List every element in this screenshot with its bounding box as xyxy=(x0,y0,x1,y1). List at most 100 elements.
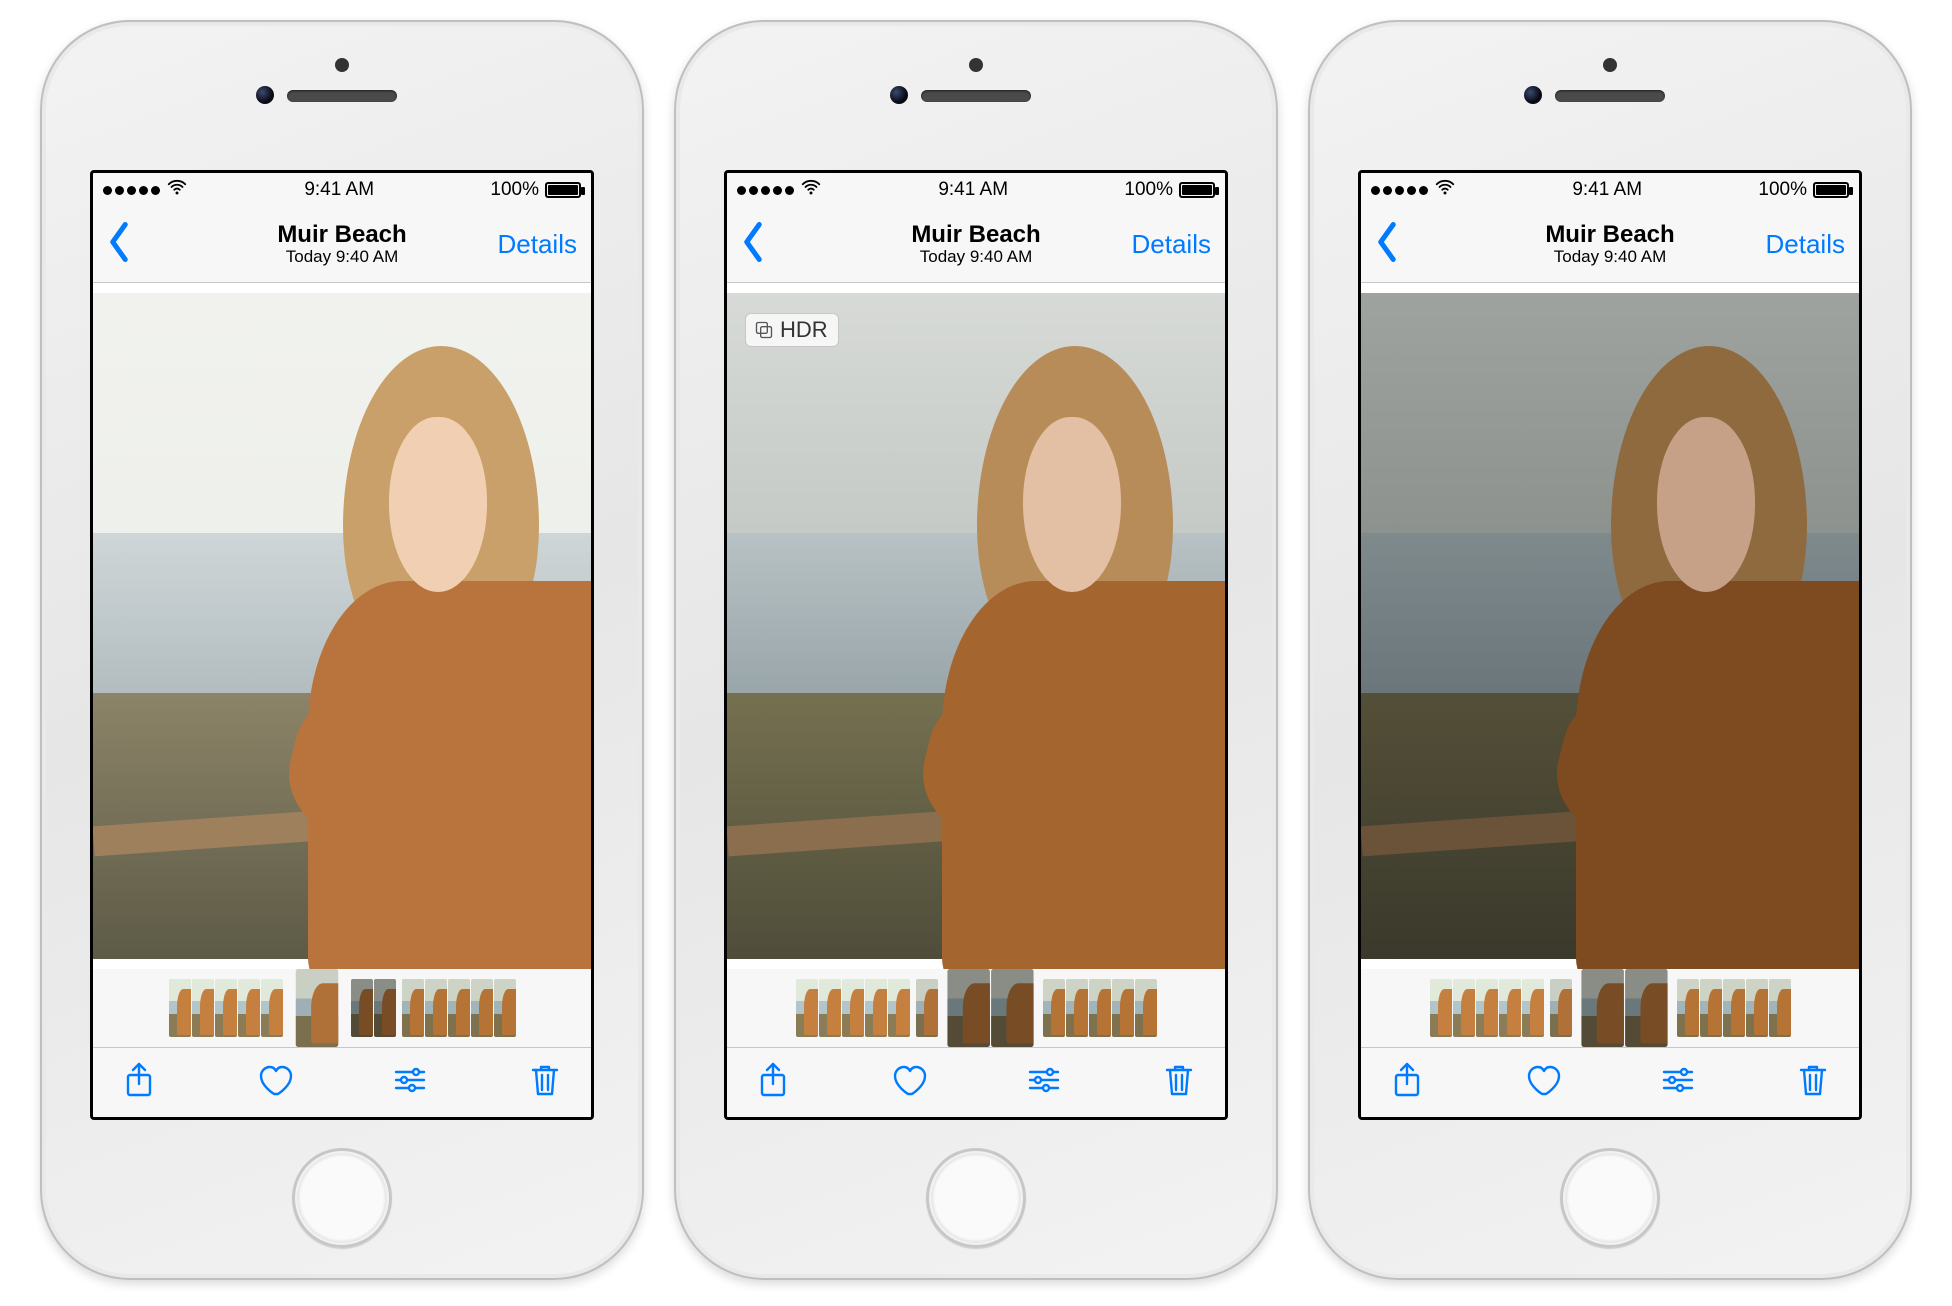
thumbnail[interactable] xyxy=(494,979,516,1037)
details-button[interactable]: Details xyxy=(498,229,577,260)
front-camera xyxy=(1524,86,1542,104)
delete-button[interactable] xyxy=(525,1060,565,1105)
thumbnail-group xyxy=(947,969,1033,1047)
back-button[interactable] xyxy=(741,222,765,267)
thumbnail[interactable] xyxy=(888,979,910,1037)
cellular-signal-icon xyxy=(103,186,160,195)
thumbnail[interactable] xyxy=(796,979,818,1037)
favorite-button[interactable] xyxy=(1522,1060,1562,1105)
nav-bar: Muir Beach Today 9:40 AM Details xyxy=(727,207,1225,283)
status-time: 9:41 AM xyxy=(304,179,374,201)
photo-viewer[interactable] xyxy=(93,283,591,969)
details-button[interactable]: Details xyxy=(1766,229,1845,260)
thumbnail[interactable] xyxy=(1581,969,1623,1047)
thumbnail[interactable] xyxy=(1677,979,1699,1037)
home-button[interactable] xyxy=(292,1148,392,1248)
favorite-button[interactable] xyxy=(254,1060,294,1105)
thumbnail[interactable] xyxy=(1453,979,1475,1037)
thumbnail[interactable] xyxy=(425,979,447,1037)
thumbnail-strip[interactable] xyxy=(93,969,591,1047)
thumbnail[interactable] xyxy=(842,979,864,1037)
thumbnail[interactable] xyxy=(1522,979,1544,1037)
thumbnail[interactable] xyxy=(192,979,214,1037)
share-button[interactable] xyxy=(753,1060,793,1105)
bottom-toolbar xyxy=(727,1047,1225,1117)
edit-button[interactable] xyxy=(390,1060,430,1105)
details-button[interactable]: Details xyxy=(1132,229,1211,260)
thumbnail[interactable] xyxy=(1135,979,1157,1037)
thumbnail-group xyxy=(1430,979,1544,1037)
thumbnail[interactable] xyxy=(947,969,989,1047)
thumbnail-strip[interactable] xyxy=(1361,969,1859,1047)
thumbnail[interactable] xyxy=(238,979,260,1037)
share-button[interactable] xyxy=(1387,1060,1427,1105)
thumbnail[interactable] xyxy=(916,979,938,1037)
thumbnail[interactable] xyxy=(471,979,493,1037)
edit-button[interactable] xyxy=(1024,1060,1064,1105)
signal-cluster xyxy=(1371,176,1456,204)
thumbnail[interactable] xyxy=(1043,979,1065,1037)
battery-icon xyxy=(1179,182,1215,198)
status-time: 9:41 AM xyxy=(1572,179,1642,201)
thumbnail[interactable] xyxy=(1112,979,1134,1037)
wifi-icon xyxy=(800,176,822,204)
wifi-icon xyxy=(1434,176,1456,204)
status-time: 9:41 AM xyxy=(938,179,1008,201)
back-button[interactable] xyxy=(1375,222,1399,267)
proximity-sensor xyxy=(335,58,349,72)
thumbnail-group xyxy=(295,969,337,1047)
photo-subject xyxy=(1570,346,1859,932)
photo-viewer[interactable] xyxy=(1361,283,1859,969)
nav-bar: Muir Beach Today 9:40 AM Details xyxy=(93,207,591,283)
thumbnail[interactable] xyxy=(351,979,373,1037)
thumbnail[interactable] xyxy=(865,979,887,1037)
thumbnail[interactable] xyxy=(819,979,841,1037)
thumbnail[interactable] xyxy=(1746,979,1768,1037)
thumbnail-group xyxy=(169,979,283,1037)
thumbnail-group xyxy=(916,979,938,1037)
thumbnail-group xyxy=(402,979,516,1037)
home-button[interactable] xyxy=(926,1148,1026,1248)
thumbnail[interactable] xyxy=(448,979,470,1037)
favorite-button[interactable] xyxy=(888,1060,928,1105)
front-camera xyxy=(890,86,908,104)
wifi-icon xyxy=(166,176,188,204)
thumbnail[interactable] xyxy=(1625,969,1667,1047)
thumbnail[interactable] xyxy=(991,969,1033,1047)
thumbnail[interactable] xyxy=(1430,979,1452,1037)
back-button[interactable] xyxy=(107,222,131,267)
thumbnail[interactable] xyxy=(169,979,191,1037)
home-button[interactable] xyxy=(1560,1148,1660,1248)
earpiece-speaker xyxy=(921,90,1031,102)
edit-button[interactable] xyxy=(1658,1060,1698,1105)
thumbnail[interactable] xyxy=(295,969,337,1047)
status-bar: 9:41 AM 100% xyxy=(1361,173,1859,207)
screen: 9:41 AM 100% Muir Beach Today 9:40 AM De… xyxy=(724,170,1228,1120)
photo-viewer[interactable]: HDR xyxy=(727,283,1225,969)
hdr-badge: HDR xyxy=(745,313,839,347)
thumbnail[interactable] xyxy=(215,979,237,1037)
delete-button[interactable] xyxy=(1793,1060,1833,1105)
delete-button[interactable] xyxy=(1159,1060,1199,1105)
screen: 9:41 AM 100% Muir Beach Today 9:40 AM De… xyxy=(90,170,594,1120)
thumbnail[interactable] xyxy=(402,979,424,1037)
thumbnail-strip[interactable] xyxy=(727,969,1225,1047)
thumbnail[interactable] xyxy=(374,979,396,1037)
thumbnail[interactable] xyxy=(1723,979,1745,1037)
thumbnail[interactable] xyxy=(1476,979,1498,1037)
front-camera xyxy=(256,86,274,104)
thumbnail[interactable] xyxy=(1499,979,1521,1037)
battery-icon xyxy=(1813,182,1849,198)
share-button[interactable] xyxy=(119,1060,159,1105)
bottom-toolbar xyxy=(93,1047,591,1117)
thumbnail[interactable] xyxy=(1550,979,1572,1037)
thumbnail[interactable] xyxy=(1769,979,1791,1037)
thumbnail-group xyxy=(351,979,396,1037)
thumbnail[interactable] xyxy=(1700,979,1722,1037)
thumbnail[interactable] xyxy=(1089,979,1111,1037)
battery-percent: 100% xyxy=(1124,179,1173,201)
thumbnail[interactable] xyxy=(261,979,283,1037)
thumbnail[interactable] xyxy=(1066,979,1088,1037)
screen: 9:41 AM 100% Muir Beach Today 9:40 AM De… xyxy=(1358,170,1862,1120)
battery-percent: 100% xyxy=(1758,179,1807,201)
